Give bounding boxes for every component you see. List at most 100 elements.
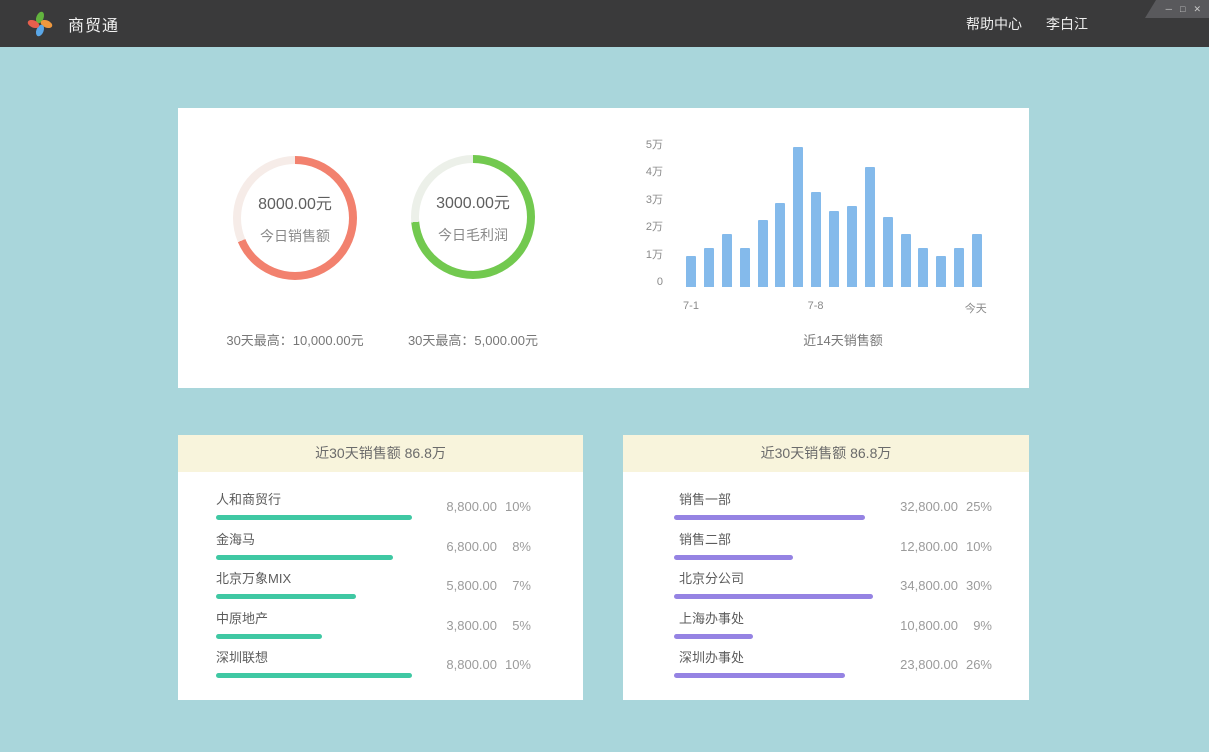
rank-row-bar: [674, 555, 793, 560]
rank-row-4: 中原地产3,800.005%: [178, 605, 583, 645]
rank-row-4: 上海办事处10,800.009%: [623, 605, 1029, 645]
minimize-button[interactable]: ─: [1166, 0, 1172, 18]
daily-sales-bar-17: [972, 234, 982, 287]
daily-sales-bar-16: [954, 248, 964, 287]
sales-chart-caption: 近14天销售额: [698, 330, 988, 349]
today-sales-value: 8000.00元: [258, 190, 332, 214]
today-profit-30day-max: 30天最高：5,000.00元: [361, 330, 585, 349]
daily-sales-bar-10: [847, 206, 857, 287]
window-controls: ─ □ ✕: [1145, 0, 1209, 18]
help-center-link[interactable]: 帮助中心: [966, 14, 1022, 34]
app-logo-icon: [26, 10, 54, 38]
sales-chart-x-axis: 7-1 7-8 今天: [178, 300, 1029, 316]
rank-row-values: 10,800.009%: [882, 618, 992, 633]
customer-sales-rank-card: 近30天销售额 86.8万 人和商贸行8,800.0010%金海马6,800.0…: [178, 435, 583, 700]
rank-row-bar: [674, 634, 753, 639]
today-sales-donut-hole: 8000.00元 今日销售额: [241, 164, 349, 272]
rank-row-bar: [216, 634, 322, 639]
titlebar-menu: 帮助中心 李白江: [966, 0, 1088, 47]
department-rank-list: 销售一部32,800.0025%销售二部12,800.0010%北京分公司34,…: [623, 472, 1029, 684]
department-sales-rank-card: 近30天销售额 86.8万 销售一部32,800.0025%销售二部12,800…: [623, 435, 1029, 700]
rank-row-bar: [674, 673, 845, 678]
sales-chart-y-axis: 5万4万3万2万1万0: [608, 108, 663, 308]
today-sales-donut: 8000.00元 今日销售额: [233, 156, 357, 280]
rank-row-percent: 10%: [497, 499, 531, 514]
user-name-menu[interactable]: 李白江: [1046, 14, 1088, 34]
daily-sales-bar-7: [793, 147, 803, 287]
rank-row-percent: 5%: [497, 618, 531, 633]
rank-row-amount: 34,800.00: [882, 578, 958, 593]
daily-sales-bar-5: [758, 220, 768, 287]
rank-row-amount: 12,800.00: [882, 539, 958, 554]
daily-sales-bar-14: [918, 248, 928, 287]
rank-row-percent: 7%: [497, 578, 531, 593]
sales-14day-bar-chart: [686, 147, 982, 287]
daily-sales-bar-12: [883, 217, 893, 287]
rank-row-values: 6,800.008%: [421, 539, 531, 554]
y-tick-label: 2万: [608, 220, 663, 234]
x-tick-label: 今天: [954, 300, 998, 316]
rank-row-2: 金海马6,800.008%: [178, 526, 583, 566]
y-tick-label: 5万: [608, 138, 663, 152]
rank-row-1: 销售一部32,800.0025%: [623, 486, 1029, 526]
rank-row-bar: [216, 594, 356, 599]
rank-row-values: 34,800.0030%: [882, 578, 992, 593]
rank-row-2: 销售二部12,800.0010%: [623, 526, 1029, 566]
rank-row-values: 12,800.0010%: [882, 539, 992, 554]
x-tick-label: 7-1: [669, 300, 713, 312]
daily-sales-bar-1: [686, 256, 696, 287]
rank-row-bar: [674, 515, 865, 520]
rank-row-values: 3,800.005%: [421, 618, 531, 633]
rank-row-values: 23,800.0026%: [882, 657, 992, 672]
daily-sales-bar-6: [775, 203, 785, 287]
rank-row-amount: 5,800.00: [421, 578, 497, 593]
rank-row-values: 5,800.007%: [421, 578, 531, 593]
today-profit-donut-hole: 3000.00元 今日毛利润: [419, 163, 527, 271]
today-profit-donut: 3000.00元 今日毛利润: [411, 155, 535, 279]
rank-row-bar: [216, 515, 412, 520]
daily-sales-bar-13: [901, 234, 911, 287]
daily-sales-bar-9: [829, 211, 839, 287]
customer-rank-list: 人和商贸行8,800.0010%金海马6,800.008%北京万象MIX5,80…: [178, 472, 583, 684]
rank-row-amount: 23,800.00: [882, 657, 958, 672]
rank-row-5: 深圳联想8,800.0010%: [178, 644, 583, 684]
rank-row-percent: 10%: [497, 657, 531, 672]
rank-row-amount: 8,800.00: [421, 499, 497, 514]
today-profit-label: 今日毛利润: [438, 225, 508, 245]
customer-rank-header: 近30天销售额 86.8万: [178, 435, 583, 472]
y-tick-label: 1万: [608, 248, 663, 262]
y-tick-label: 0: [608, 275, 663, 289]
rank-row-values: 32,800.0025%: [882, 499, 992, 514]
app-title: 商贸通: [68, 12, 119, 36]
overview-card: 8000.00元 今日销售额 30天最高：10,000.00元 3000.00元…: [178, 108, 1029, 388]
x-tick-label: 7-8: [794, 300, 838, 312]
today-sales-label: 今日销售额: [260, 226, 330, 246]
rank-row-amount: 6,800.00: [421, 539, 497, 554]
daily-sales-bar-8: [811, 192, 821, 287]
rank-row-percent: 9%: [958, 618, 992, 633]
rank-row-5: 深圳办事处23,800.0026%: [623, 644, 1029, 684]
rank-row-amount: 3,800.00: [421, 618, 497, 633]
rank-row-percent: 25%: [958, 499, 992, 514]
rank-row-bar: [216, 555, 393, 560]
y-tick-label: 3万: [608, 193, 663, 207]
rank-row-percent: 30%: [958, 578, 992, 593]
rank-row-amount: 8,800.00: [421, 657, 497, 672]
daily-sales-bar-3: [722, 234, 732, 287]
rank-row-amount: 10,800.00: [882, 618, 958, 633]
rank-row-1: 人和商贸行8,800.0010%: [178, 486, 583, 526]
rank-row-amount: 32,800.00: [882, 499, 958, 514]
daily-sales-bar-15: [936, 256, 946, 287]
rank-row-values: 8,800.0010%: [421, 657, 531, 672]
daily-sales-bar-2: [704, 248, 714, 287]
maximize-button[interactable]: □: [1180, 0, 1185, 18]
rank-row-bar: [216, 673, 412, 678]
rank-row-percent: 8%: [497, 539, 531, 554]
daily-sales-bar-4: [740, 248, 750, 287]
rank-row-percent: 26%: [958, 657, 992, 672]
close-button[interactable]: ✕: [1193, 0, 1201, 18]
today-profit-value: 3000.00元: [436, 189, 510, 213]
rank-row-percent: 10%: [958, 539, 992, 554]
daily-sales-bar-11: [865, 167, 875, 287]
rank-row-values: 8,800.0010%: [421, 499, 531, 514]
